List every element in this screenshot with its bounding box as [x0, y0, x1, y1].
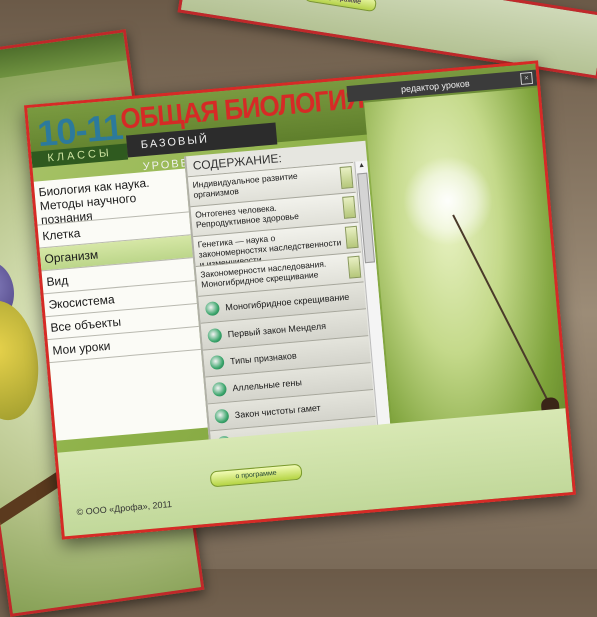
lesson-editor-label: редактор уроков	[400, 78, 471, 95]
lesson-icon	[207, 327, 223, 344]
main-app-window: 10-11 ОБЩАЯ БИОЛОГИЯ КЛАССЫ БАЗОВЫЙ УРОВ…	[23, 60, 577, 540]
expand-toggle-icon[interactable]	[342, 195, 357, 219]
expand-toggle-icon[interactable]	[344, 225, 359, 249]
lesson-label: Аллельные гены	[231, 377, 303, 394]
lesson-label: Моногибридное скрещивание	[224, 291, 350, 313]
expand-toggle-icon[interactable]	[347, 255, 362, 279]
lesson-icon	[209, 354, 225, 371]
background-about-button[interactable]: о программе	[303, 0, 378, 13]
dandelion-seed-shape	[399, 151, 497, 250]
lesson-icon	[211, 381, 228, 397]
lesson-label: Типы признаков	[229, 350, 298, 367]
lesson-label: Закон чистоты гамет	[234, 402, 322, 421]
scroll-up-icon[interactable]: ▲	[355, 161, 368, 172]
section-nav: Биология как наука. Методы научного позн…	[33, 168, 208, 441]
expand-toggle-icon[interactable]	[339, 166, 354, 189]
topic-label: Закономерности наследования. Моногибридн…	[199, 258, 327, 290]
lesson-icon	[204, 301, 221, 317]
topic-label: Индивидуальное развитие организмов	[192, 170, 299, 200]
topic-label: Онтогенез человека. Репродуктивное здоро…	[194, 202, 300, 230]
copyright-text: © ООО «Дрофа», 2011	[76, 498, 173, 518]
lesson-label: Первый закон Менделя	[227, 320, 327, 340]
close-icon[interactable]: ×	[520, 71, 534, 85]
lesson-icon	[214, 408, 230, 424]
bird-body-shape	[0, 296, 46, 425]
about-button[interactable]: о программе	[209, 463, 303, 488]
stem-shape	[452, 214, 559, 421]
